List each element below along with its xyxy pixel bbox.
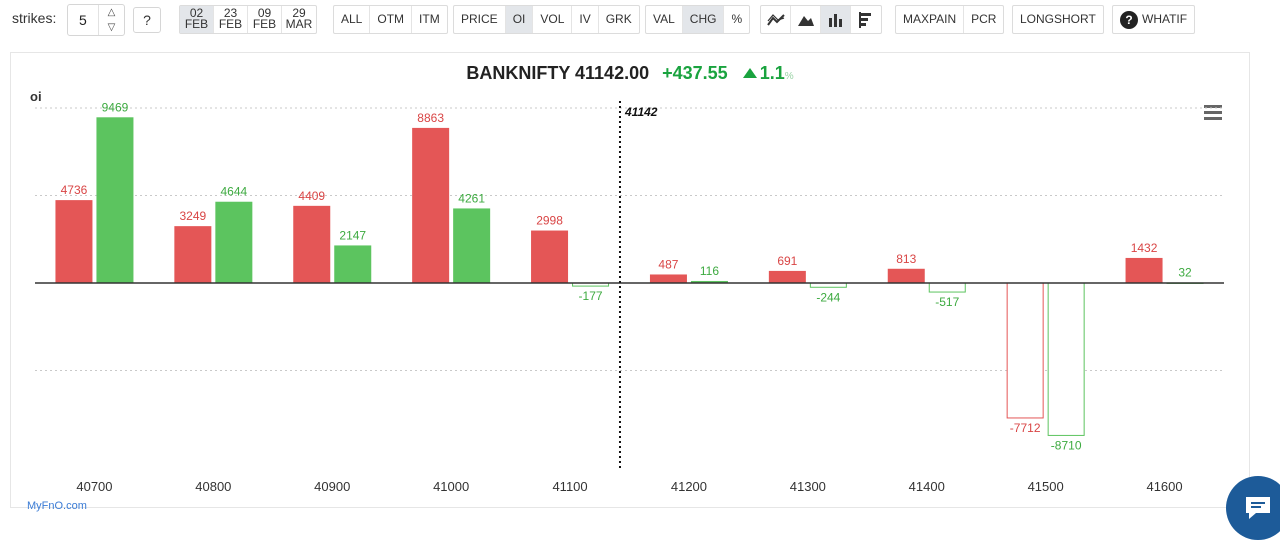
data-label: 2147	[339, 228, 366, 242]
data-label: -244	[816, 290, 840, 304]
data-label: 1432	[1131, 241, 1158, 255]
data-label: -8710	[1051, 438, 1082, 452]
x-tick-label: 41600	[1146, 479, 1182, 494]
data-label: 116	[700, 264, 719, 278]
chart-plot: 4736 3249 4409 8863 2998 487 691 813 -7712 1432 94…	[35, 100, 1224, 494]
bar-put	[96, 117, 134, 283]
data-label: 9469	[102, 100, 129, 114]
x-tick-label: 41200	[671, 479, 707, 494]
brand-credit[interactable]: MyFnO.com	[27, 500, 87, 512]
bar-call	[293, 205, 331, 283]
data-label: 8863	[417, 111, 444, 125]
data-label: -7712	[1010, 421, 1041, 435]
data-label: -177	[579, 289, 603, 303]
bar-call	[55, 200, 93, 283]
data-label: 691	[777, 254, 797, 268]
x-tick-label: 41300	[790, 479, 826, 494]
bar-put	[928, 282, 966, 293]
chat-bubble-icon	[1246, 497, 1270, 519]
data-label: 4409	[298, 189, 325, 203]
data-label: 487	[658, 257, 678, 271]
x-tick-label: 40900	[314, 479, 350, 494]
bar-call	[1006, 282, 1044, 419]
bar-put	[1047, 282, 1085, 436]
bar-put	[334, 245, 372, 283]
x-tick-label: 41100	[552, 479, 587, 494]
data-label: 32	[1178, 265, 1192, 279]
bar-call	[1125, 257, 1163, 283]
bar-put	[453, 208, 491, 283]
bar-call	[768, 270, 806, 283]
data-label: 4644	[220, 185, 247, 199]
bar-call	[649, 274, 687, 283]
data-label: 4261	[458, 191, 485, 205]
data-label: -517	[935, 295, 959, 309]
x-tick-label: 41400	[909, 479, 945, 494]
x-tick-label: 41000	[433, 479, 469, 494]
x-tick-label: 41500	[1028, 479, 1064, 494]
bar-call	[887, 268, 925, 283]
data-label: 2998	[536, 214, 563, 228]
bar-call	[174, 226, 212, 283]
bar-put	[215, 201, 253, 283]
bar-call	[531, 230, 569, 283]
data-label: 3249	[179, 209, 206, 223]
bar-call	[412, 127, 450, 284]
data-label: 813	[896, 252, 916, 266]
data-label: 4736	[61, 183, 88, 197]
x-tick-label: 40700	[76, 479, 112, 494]
x-tick-label: 40800	[195, 479, 231, 494]
spot-price-label: 41142	[624, 105, 658, 119]
